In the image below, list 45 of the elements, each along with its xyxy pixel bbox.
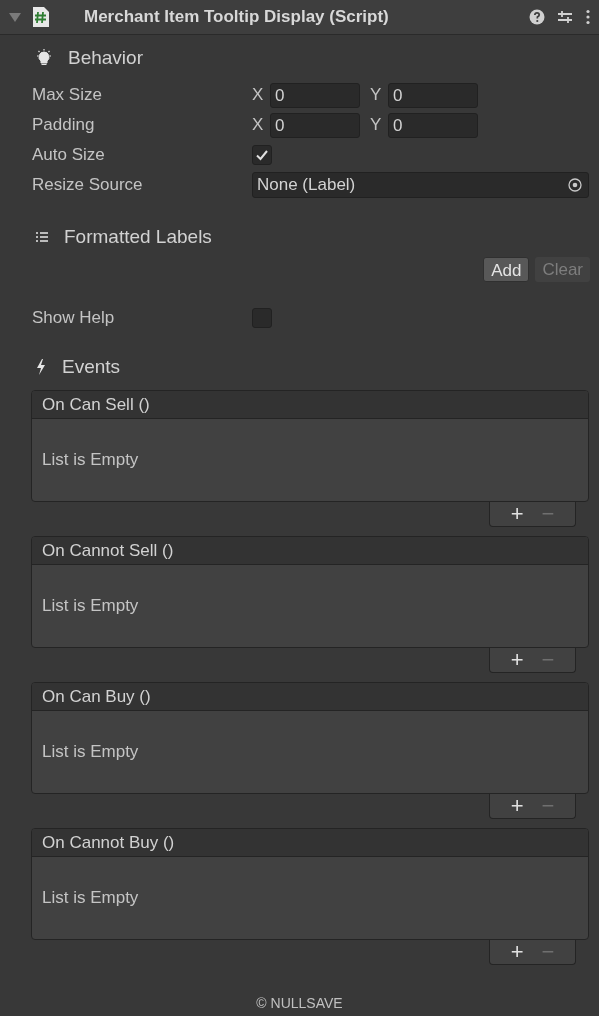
component-title: Merchant Item Tooltip Display (Script)	[84, 6, 389, 29]
number-field[interactable]: 0	[388, 112, 478, 138]
list-button[interactable]: Add	[483, 257, 530, 282]
empty-list-text: List is Empty	[42, 887, 139, 910]
section-title: Formatted Labels	[64, 224, 212, 249]
checkmark-icon	[255, 149, 269, 161]
object-field[interactable]: None (Label)	[252, 172, 589, 198]
number-field[interactable]: 0	[388, 82, 478, 108]
event-header: On Cannot Buy ()	[32, 829, 588, 857]
empty-list-text: List is Empty	[42, 741, 139, 764]
number-field[interactable]: 0	[270, 82, 360, 108]
add-button[interactable]: +	[510, 649, 524, 671]
more-icon[interactable]	[585, 9, 591, 25]
event-header: On Can Buy ()	[32, 683, 588, 711]
empty-list-text: List is Empty	[42, 449, 139, 472]
empty-list-text: List is Empty	[42, 595, 139, 618]
add-button[interactable]: +	[510, 941, 524, 963]
add-button[interactable]: +	[510, 503, 524, 525]
list-icon	[36, 232, 48, 242]
object-field-value: None (Label)	[256, 174, 357, 197]
lightning-icon	[36, 359, 46, 375]
event-header: On Cannot Sell ()	[32, 537, 588, 565]
checkbox[interactable]	[252, 145, 272, 165]
axis-label: X	[252, 114, 265, 137]
axis-label: Y	[370, 114, 383, 137]
field-label: Show Help	[32, 307, 116, 330]
foldout-icon[interactable]	[8, 11, 22, 23]
presets-icon[interactable]	[557, 9, 573, 25]
field-label: Resize Source	[32, 174, 144, 197]
copyright-text: © NULLSAVE	[256, 994, 343, 1013]
add-button[interactable]: +	[510, 795, 524, 817]
number-field[interactable]: 0	[270, 112, 360, 138]
script-icon	[32, 6, 50, 28]
axis-label: X	[252, 84, 265, 107]
help-icon[interactable]	[529, 9, 545, 25]
section-title: Events	[62, 354, 121, 379]
field-label: Padding	[32, 114, 96, 137]
component-header[interactable]: Merchant Item Tooltip Display (Script)	[0, 0, 599, 35]
field-label: Auto Size	[32, 144, 106, 167]
field-label: Max Size	[32, 84, 103, 107]
lightbulb-icon	[36, 49, 52, 67]
axis-label: Y	[370, 84, 383, 107]
event-header: On Can Sell ()	[32, 391, 588, 419]
section-title: Behavior	[68, 45, 143, 70]
target-icon[interactable]	[568, 178, 582, 192]
